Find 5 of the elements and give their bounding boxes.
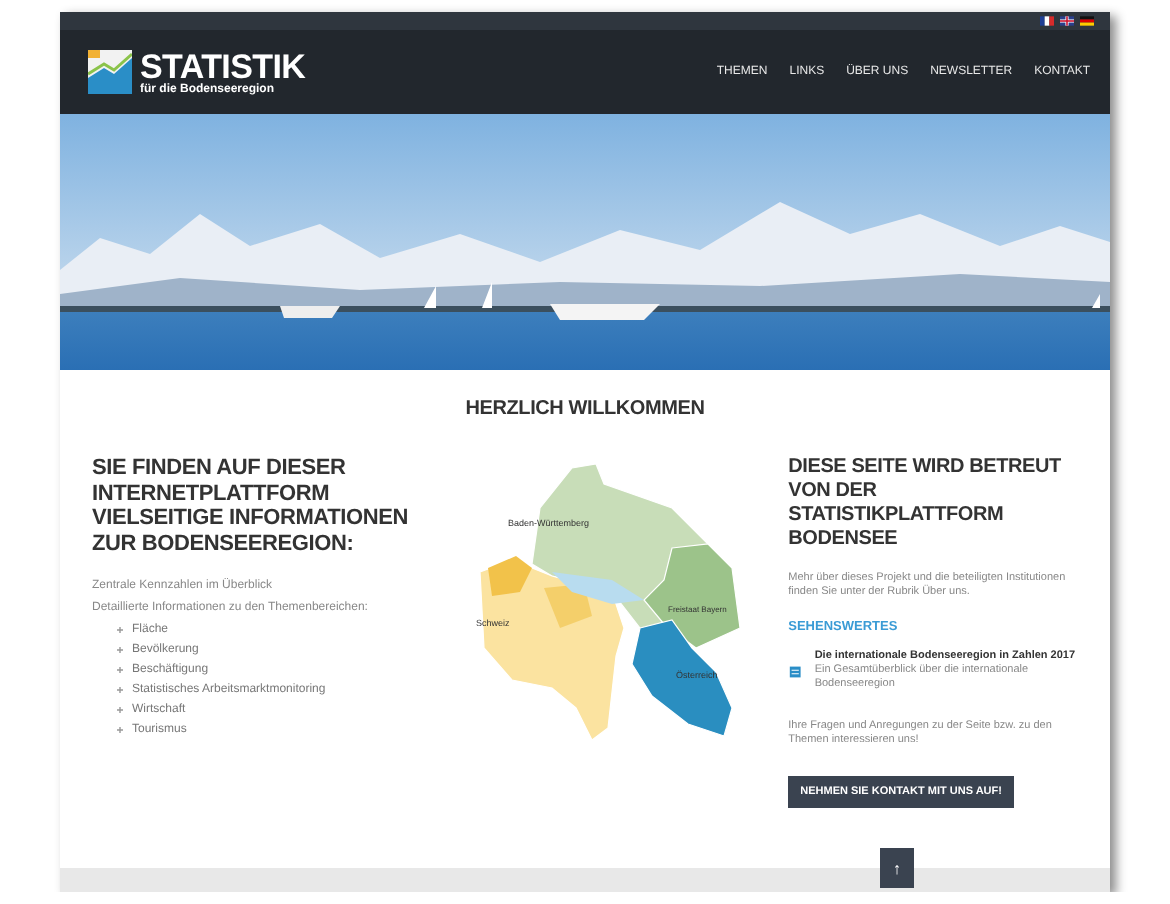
back-to-top-button[interactable]: ↑	[880, 848, 914, 888]
section-heading: DIESE SEITE WIRD BETREUT VON DER STATISTIKPLATTFORM BODENSEE	[788, 456, 1063, 552]
logo-title[interactable]: STATISTIK	[140, 49, 306, 83]
page-heading: HERZLICH WILLKOMMEN	[463, 398, 707, 420]
section-heading: SIE FINDEN AUF DIESER INTERNETPLATTFORM VIELSEITIGE INFORMATIONEN ZUR BODENSEEREGION:	[92, 456, 410, 556]
